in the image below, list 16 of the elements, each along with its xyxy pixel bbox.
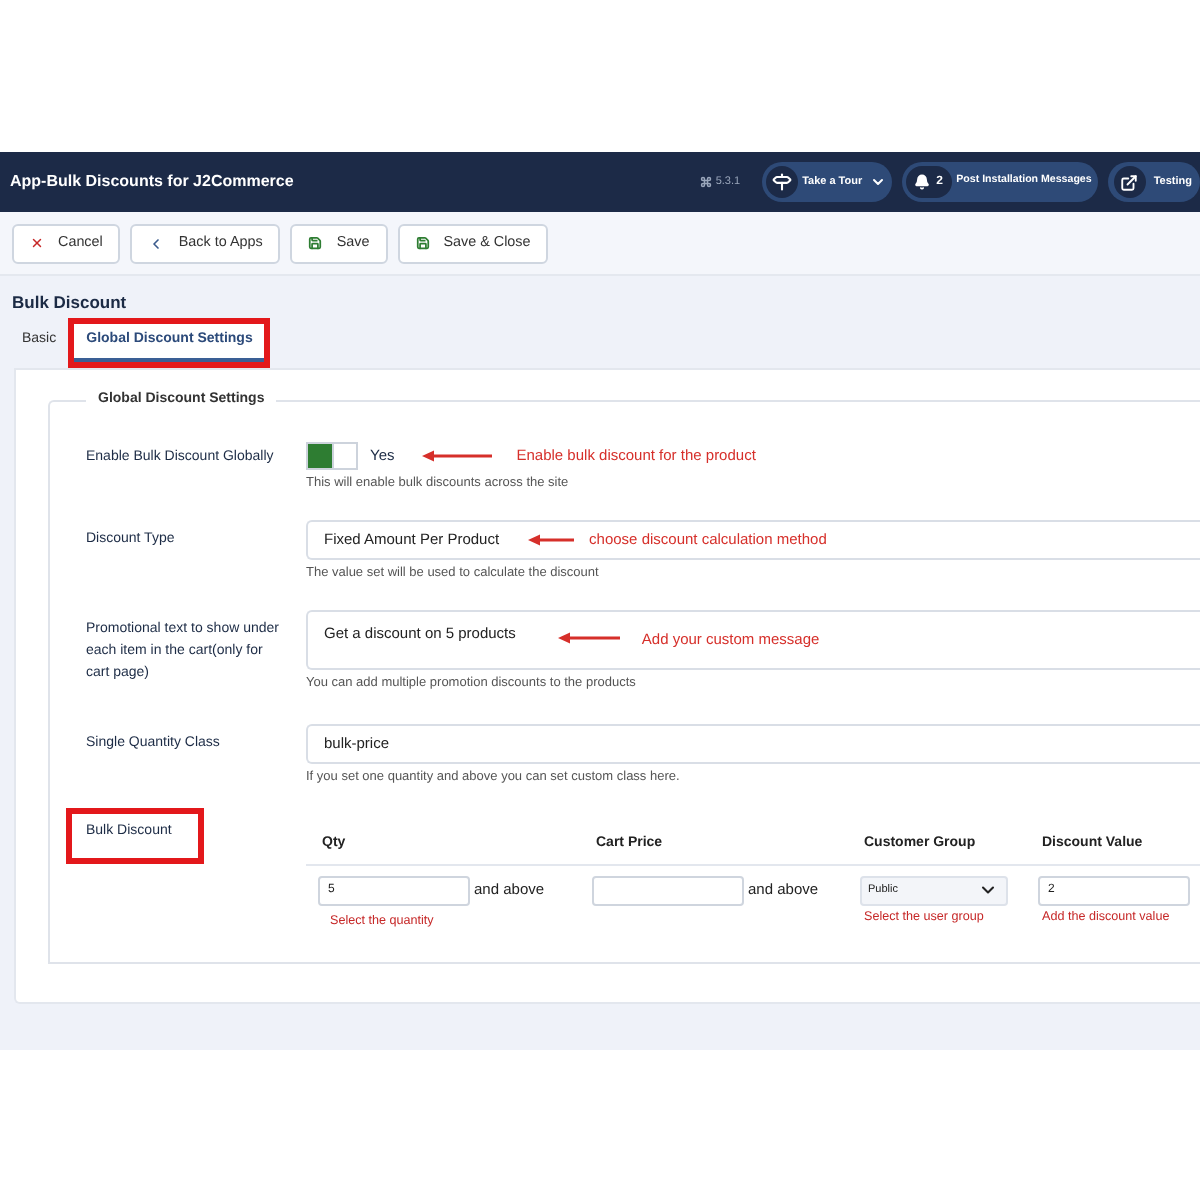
page-title: Bulk Discount	[10, 290, 129, 314]
app-title: App-Bulk Discounts for J2Commerce	[10, 170, 294, 194]
external-link-icon	[1113, 166, 1146, 198]
chevron-left-icon	[148, 235, 165, 251]
signpost-icon	[766, 166, 799, 198]
save-icon	[415, 236, 430, 250]
close-icon	[30, 236, 44, 250]
save-icon	[308, 236, 323, 250]
arrow-icon	[527, 533, 574, 545]
arrow-icon	[557, 632, 620, 645]
toggle-switch[interactable]	[306, 441, 358, 469]
arrow-icon	[422, 449, 493, 461]
command-icon	[699, 176, 712, 188]
chevron-down-icon	[870, 174, 887, 190]
input-field[interactable]	[592, 875, 744, 905]
bell-icon	[914, 174, 931, 190]
